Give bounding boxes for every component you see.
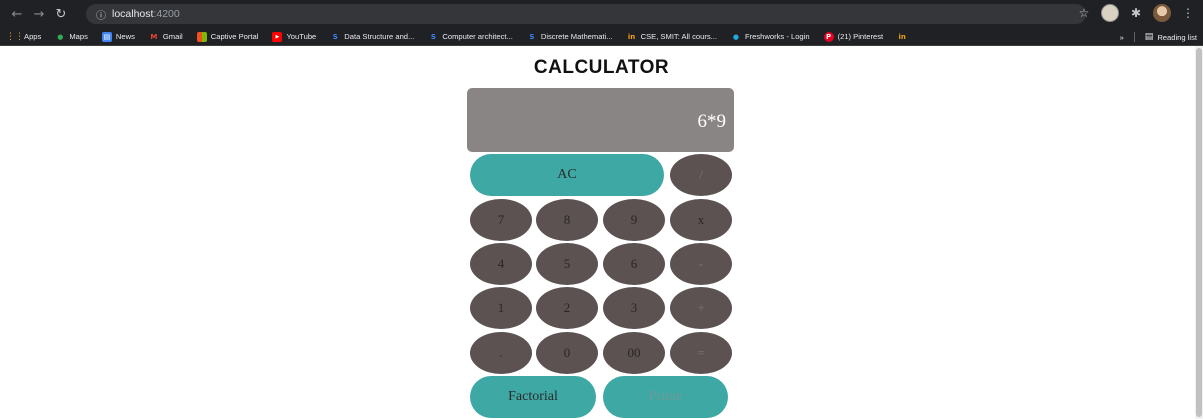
prime-button[interactable]: Prime (603, 376, 728, 418)
bookmark-computer-architecture[interactable]: S Computer architect... (428, 32, 513, 42)
seven-button[interactable]: 7 (470, 199, 532, 241)
bookmark-captive-portal[interactable]: Captive Portal (196, 31, 259, 42)
bookmark-in-extra[interactable]: in (897, 32, 911, 42)
factorial-button[interactable]: Factorial (470, 376, 596, 418)
s-icon: S (332, 32, 338, 41)
gmail-icon: M (150, 32, 158, 41)
eight-button[interactable]: 8 (536, 199, 598, 241)
menu-kebab-icon[interactable]: ⋮ (1179, 4, 1197, 22)
s-icon: S (529, 32, 535, 41)
calculator-display: 6*9 (467, 88, 734, 152)
bookmark-label: CSE, SMIT: All cours... (640, 32, 717, 41)
back-icon[interactable]: ← (6, 7, 28, 22)
plus-button[interactable]: + (670, 287, 732, 329)
bookmark-label: Freshworks - Login (744, 32, 810, 41)
zero-button[interactable]: 0 (536, 332, 598, 374)
double-zero-button[interactable]: 00 (603, 332, 665, 374)
freshworks-icon: ● (732, 32, 740, 41)
news-icon: ▤ (101, 31, 112, 42)
minus-button[interactable]: - (670, 243, 732, 285)
divider (1133, 32, 1135, 42)
five-button[interactable]: 5 (536, 243, 598, 285)
bookmark-label: YouTube (286, 32, 317, 41)
bookmark-discrete-mathematics[interactable]: S Discrete Mathemati... (527, 32, 613, 42)
ac-button[interactable]: AC (470, 154, 664, 196)
decimal-point-button[interactable]: . (470, 332, 532, 374)
maps-icon: ● (57, 32, 64, 41)
bookmark-label: Data Structure and... (344, 32, 415, 41)
reading-list-label: Reading list (1157, 32, 1197, 42)
nine-button[interactable]: 9 (603, 199, 665, 241)
bookmark-maps[interactable]: ● Maps (55, 32, 88, 42)
pinterest-icon: P (823, 31, 834, 42)
six-button[interactable]: 6 (603, 243, 665, 285)
bookmark-label: Gmail (162, 32, 183, 41)
bookmark-label: Apps (24, 32, 42, 41)
equals-button[interactable]: = (670, 332, 732, 374)
windows-icon (196, 31, 207, 42)
youtube-icon: ▶ (272, 31, 283, 42)
bookmark-label: (21) Pinterest (837, 32, 884, 41)
bookmark-pinterest[interactable]: P (21) Pinterest (823, 31, 884, 42)
multiply-button[interactable]: x (670, 199, 732, 241)
url-host: localhost (112, 8, 154, 20)
bookmark-apps[interactable]: ⋮⋮ Apps (6, 31, 42, 42)
url-port: :4200 (153, 8, 180, 20)
forward-icon[interactable]: → (28, 7, 50, 22)
bookmark-youtube[interactable]: ▶ YouTube (272, 31, 317, 42)
extensions-puzzle-icon[interactable]: ✱ (1127, 4, 1145, 22)
scrollbar-thumb[interactable] (1196, 48, 1202, 417)
three-button[interactable]: 3 (603, 287, 665, 329)
four-button[interactable]: 4 (470, 243, 532, 285)
page-title: CALCULATOR (533, 57, 670, 78)
bookmarks-overflow-button[interactable]: » (1120, 33, 1124, 42)
reading-list-button[interactable]: ▤ Reading list (1145, 32, 1197, 42)
bookmark-freshworks[interactable]: ● Freshworks - Login (731, 32, 810, 42)
in-icon: in (627, 32, 636, 41)
s-icon: S (430, 32, 436, 41)
extension-avatar-icon[interactable] (1101, 4, 1119, 22)
site-info-icon[interactable]: ⓘ (96, 7, 106, 22)
in-icon: in (898, 32, 906, 41)
bookmark-label: Captive Portal (210, 32, 259, 41)
bookmark-label: Discrete Mathemati... (540, 32, 613, 41)
two-button[interactable]: 2 (536, 287, 598, 329)
browser-toolbar: ← → ↻ ⓘ localhost:4200 ☆ ✱ ⋮ (0, 0, 1203, 28)
address-bar[interactable]: ⓘ localhost:4200 (86, 4, 1086, 24)
bookmark-cse-smit[interactable]: in CSE, SMIT: All cours... (627, 32, 717, 42)
one-button[interactable]: 1 (470, 287, 532, 329)
bookmark-label: Maps (69, 32, 88, 41)
reading-list-icon: ▤ (1144, 32, 1154, 42)
bookmarks-bar: ⋮⋮ Apps ● Maps ▤ News M Gmail Captive Po… (0, 28, 1203, 46)
profile-avatar[interactable] (1153, 4, 1171, 22)
bookmark-label: Computer architect... (442, 32, 513, 41)
divide-button[interactable]: / (670, 154, 732, 196)
page-scrollbar[interactable] (1195, 46, 1203, 419)
apps-grid-icon: ⋮⋮ (6, 31, 24, 42)
bookmark-news[interactable]: ▤ News (101, 31, 135, 42)
bookmark-data-structure[interactable]: S Data Structure and... (330, 32, 415, 42)
reload-icon[interactable]: ↻ (50, 7, 72, 22)
bookmark-label: News (115, 32, 135, 41)
bookmark-star-icon[interactable]: ☆ (1075, 4, 1093, 22)
bookmark-gmail[interactable]: M Gmail (149, 32, 183, 42)
